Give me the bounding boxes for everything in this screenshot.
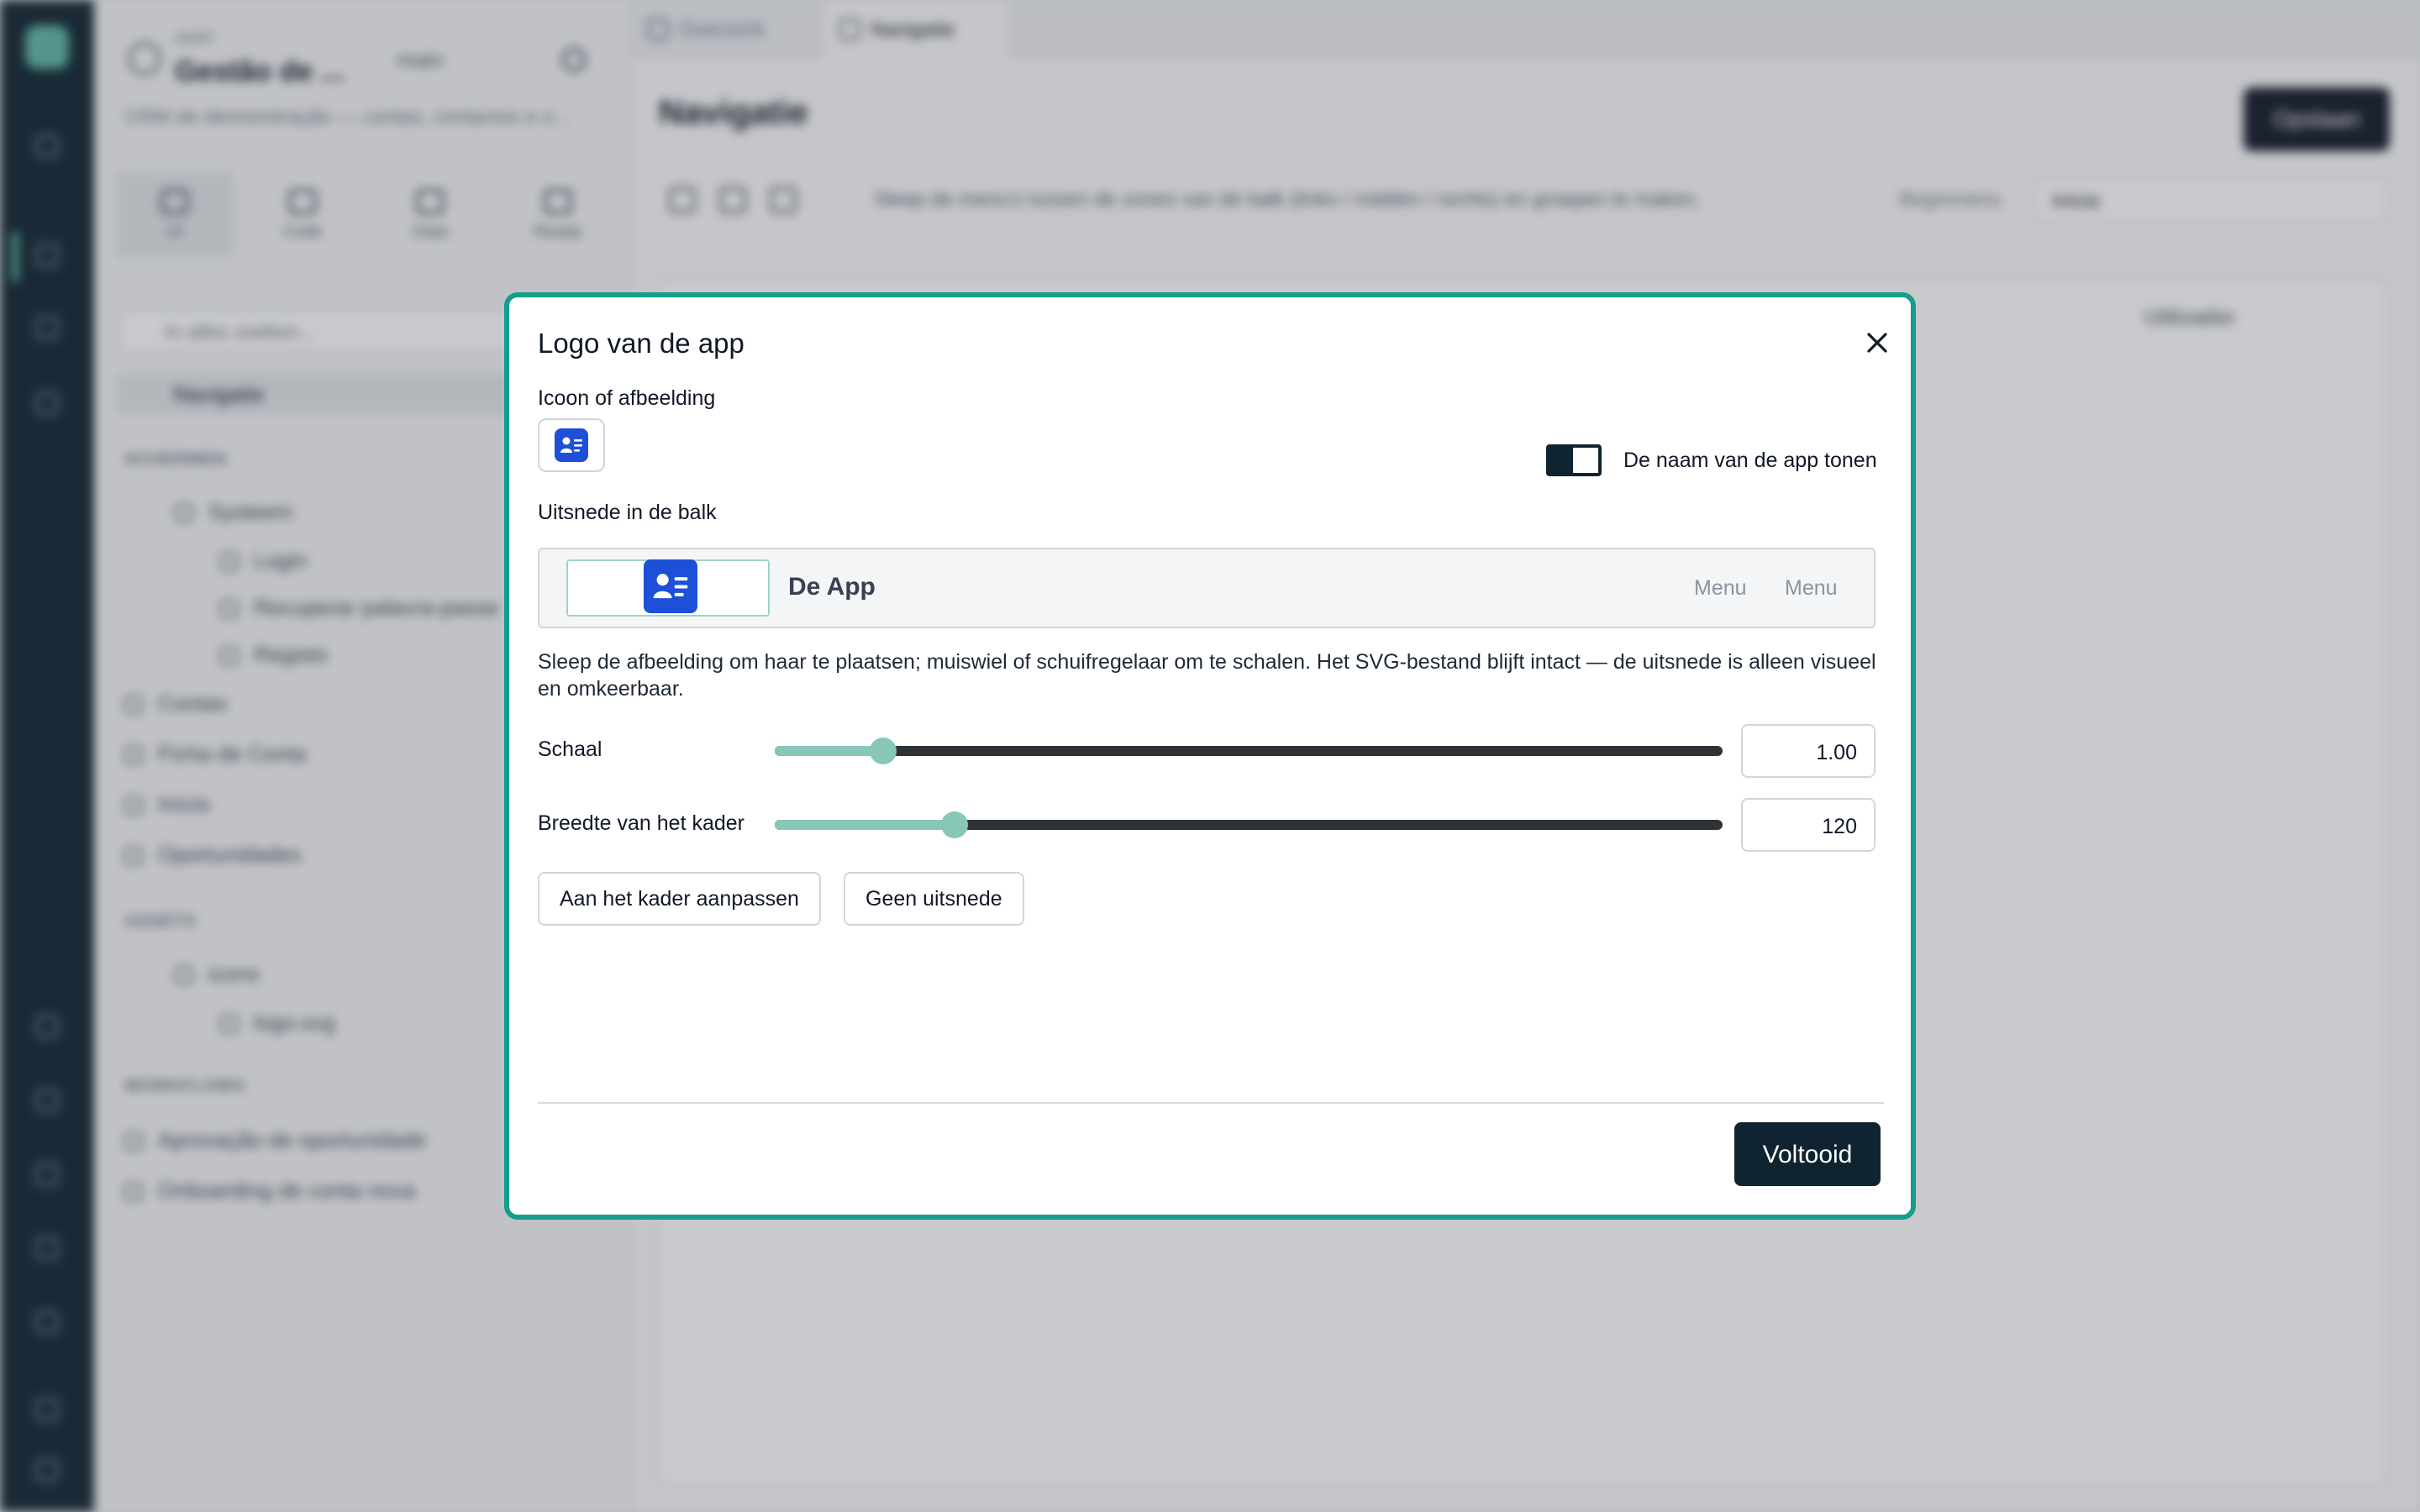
show-name-toggle[interactable] xyxy=(1546,444,1602,476)
crop-label: Uitsnede in de balk xyxy=(538,501,717,524)
close-icon xyxy=(1867,333,1887,353)
scale-label: Schaal xyxy=(538,738,602,761)
dialog-title: Logo van de app xyxy=(538,328,744,359)
preview-menu-item: Menu xyxy=(1694,576,1747,600)
frame-width-label: Breedte van het kader xyxy=(538,811,744,835)
show-name-label: De naam van de app tonen xyxy=(1623,448,1877,472)
bar-preview: De App Menu Menu xyxy=(538,548,1876,628)
frame-width-slider[interactable] xyxy=(775,811,1723,838)
preview-app-name: De App xyxy=(788,573,876,601)
slider-thumb[interactable] xyxy=(941,811,969,838)
slider-fill xyxy=(775,820,955,830)
done-button[interactable]: Voltooid xyxy=(1734,1122,1881,1186)
scale-slider[interactable] xyxy=(775,738,1723,764)
crop-help-text: Sleep de afbeelding om haar te plaatsen;… xyxy=(538,650,1876,701)
logo-dialog: Logo van de app Icoon of afbeelding De n… xyxy=(504,292,1916,1220)
contact-card-icon[interactable] xyxy=(644,559,697,613)
scale-row: Schaal 1.00 xyxy=(538,724,1876,778)
show-name-toggle-row: De naam van de app tonen xyxy=(1546,444,1877,477)
slider-fill xyxy=(775,746,883,756)
frame-width-input[interactable]: 120 xyxy=(1741,798,1876,852)
fit-to-frame-button[interactable]: Aan het kader aanpassen xyxy=(538,872,821,926)
preview-menu-item: Menu xyxy=(1785,576,1838,600)
frame-width-row: Breedte van het kader 120 xyxy=(538,798,1876,852)
scale-input[interactable]: 1.00 xyxy=(1741,724,1876,778)
slider-thumb[interactable] xyxy=(869,738,897,764)
toggle-knob xyxy=(1549,448,1573,473)
icon-picker-button[interactable] xyxy=(538,418,605,472)
close-button[interactable] xyxy=(1860,326,1894,360)
no-crop-button[interactable]: Geen uitsnede xyxy=(844,872,1024,926)
dialog-divider xyxy=(538,1102,1884,1104)
contact-card-icon xyxy=(555,428,588,462)
icon-label: Icoon of afbeelding xyxy=(538,386,716,410)
